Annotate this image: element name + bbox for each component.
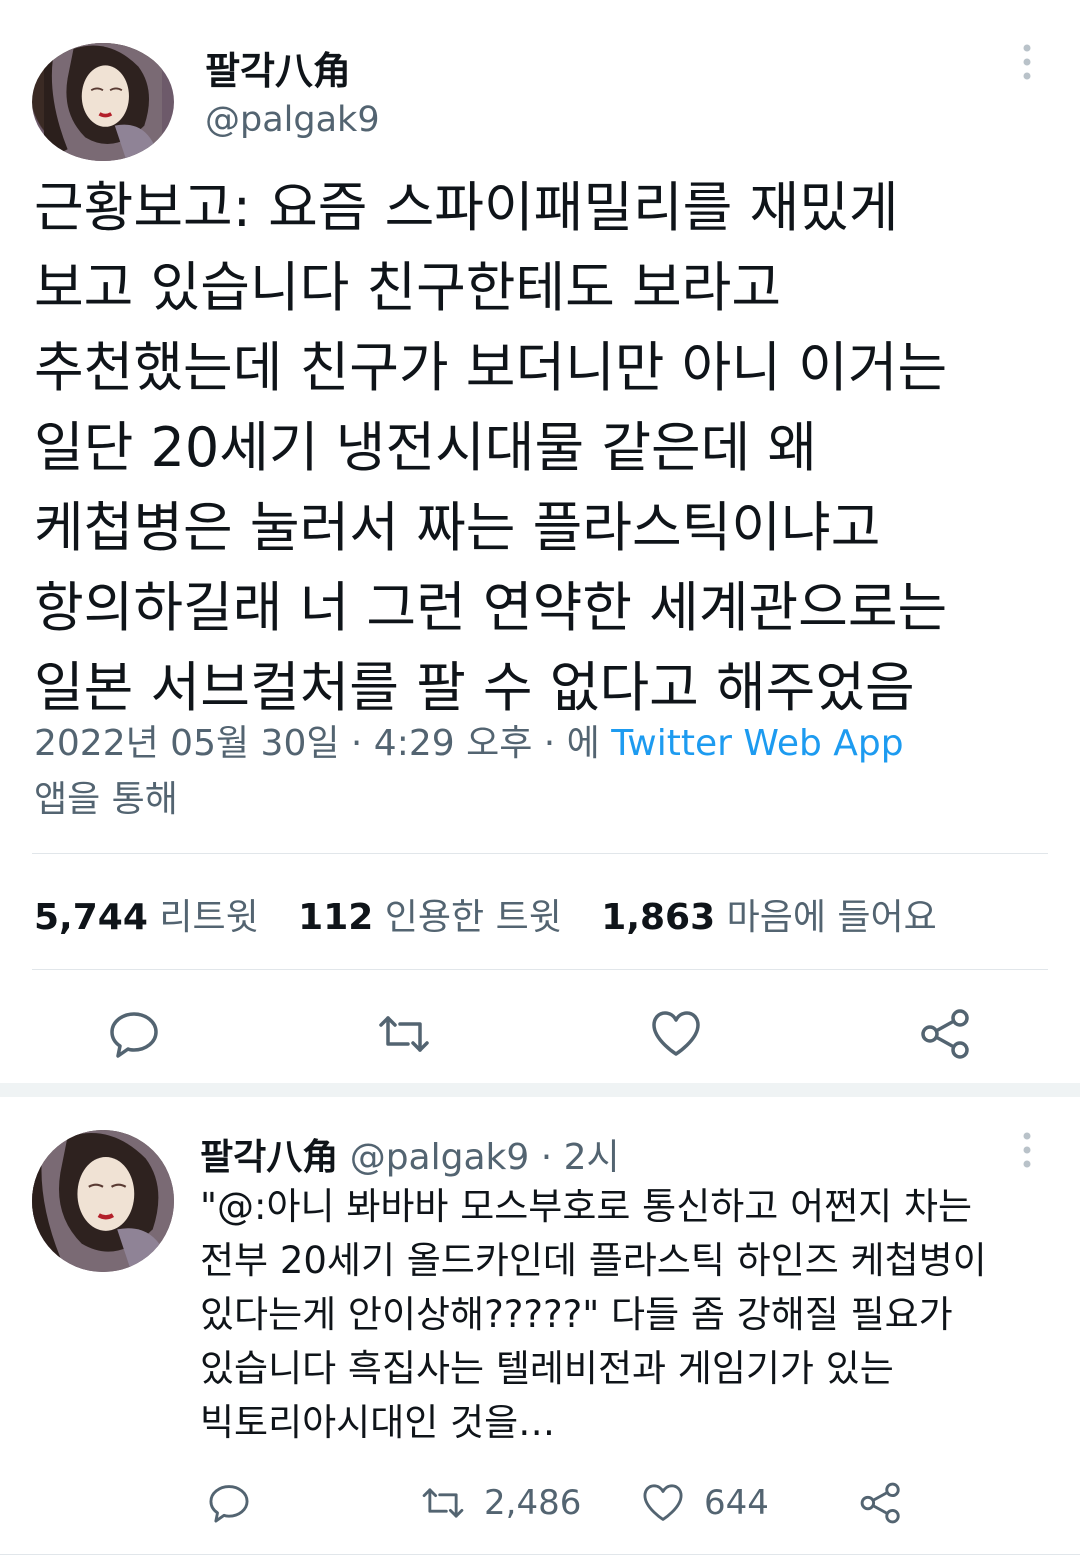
- like-icon: [643, 1484, 683, 1521]
- share-icon: [860, 1482, 900, 1524]
- tweet-source-link[interactable]: Twitter Web App: [611, 723, 903, 764]
- reply-like-button[interactable]: 644: [640, 1478, 769, 1528]
- reply-body[interactable]: "@:아니 봐바바 모스부호로 통신하고 어쩐지 차는 전부 20세기 올드카인…: [200, 1180, 1060, 1450]
- like-count[interactable]: 1,863: [601, 897, 715, 938]
- reply-retweet-count: 2,486: [484, 1483, 582, 1523]
- retweet-count[interactable]: 5,744: [34, 897, 148, 938]
- author-handle[interactable]: @palgak9: [205, 100, 380, 140]
- avatar[interactable]: [32, 43, 174, 161]
- retweet-icon[interactable]: [376, 1006, 432, 1062]
- reply-more-options-icon[interactable]: [1010, 1128, 1044, 1172]
- like-icon[interactable]: [648, 1006, 704, 1062]
- retweet-label[interactable]: 리트윗: [159, 897, 258, 938]
- tweet-timestamp-source: 2022년 05월 30일 · 4:29 오후 · 에 Twitter Web …: [34, 716, 1044, 828]
- author-display-name[interactable]: 팔각八角: [205, 40, 351, 95]
- divider: [32, 853, 1048, 854]
- reply-handle-time[interactable]: @palgak9 · 2시: [350, 1137, 620, 1178]
- avatar-illustration: [32, 1130, 174, 1272]
- divider: [0, 1554, 1080, 1555]
- tweet-timestamp[interactable]: 2022년 05월 30일 · 4:29 오후 · 에: [34, 723, 611, 764]
- tweet-source-suffix: 앱을 통해: [34, 779, 178, 820]
- reply-icon[interactable]: [106, 1006, 162, 1062]
- reply-share-button[interactable]: [858, 1478, 922, 1528]
- reply-author-name[interactable]: 팔각八角: [200, 1137, 338, 1178]
- like-label[interactable]: 마음에 들어요: [727, 897, 937, 938]
- reply-icon: [209, 1485, 249, 1523]
- retweet-icon: [422, 1488, 464, 1518]
- more-options-icon[interactable]: [1010, 40, 1044, 84]
- section-separator: [0, 1083, 1080, 1097]
- reply-like-count: 644: [704, 1483, 769, 1523]
- quote-label[interactable]: 인용한 트윗: [385, 897, 562, 938]
- share-icon[interactable]: [918, 1006, 974, 1062]
- reply-header: 팔각八角 @palgak9 · 2시: [200, 1128, 620, 1180]
- reply-retweet-button[interactable]: 2,486: [420, 1478, 581, 1528]
- quote-count[interactable]: 112: [298, 897, 373, 938]
- divider: [32, 969, 1048, 970]
- reply-reply-button[interactable]: [206, 1478, 270, 1528]
- avatar-illustration: [44, 43, 162, 161]
- tweet-stats: 5,744 리트윗 112 인용한 트윗 1,863 마음에 들어요: [34, 888, 965, 940]
- reply-avatar[interactable]: [32, 1130, 174, 1272]
- tweet-body: 근황보고: 요즘 스파이패밀리를 재밌게 보고 있습니다 친구한테도 보라고 추…: [34, 176, 948, 719]
